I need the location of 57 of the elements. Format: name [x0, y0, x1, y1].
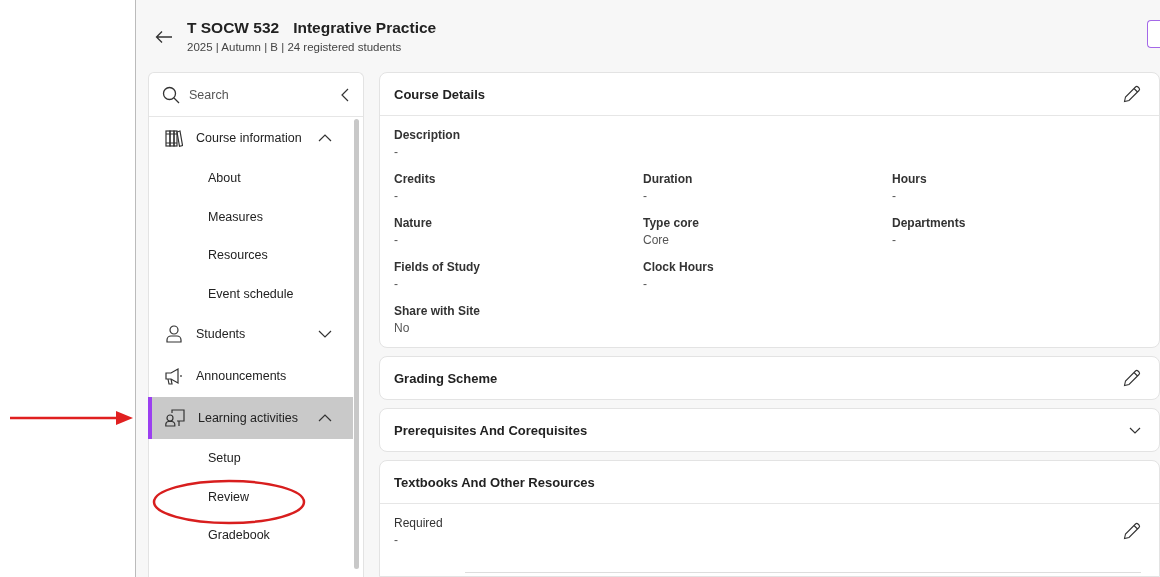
course-subtitle: 2025 | Autumn | B | 24 registered students	[187, 41, 403, 53]
field-label: Clock Hours	[643, 260, 715, 274]
field-label: Hours	[892, 172, 928, 186]
field-value: -	[394, 233, 399, 247]
sidebar-item[interactable]: Course information	[148, 117, 353, 159]
edit-pencil-icon[interactable]	[1123, 522, 1141, 540]
field-value: -	[643, 189, 648, 203]
books-icon	[165, 129, 183, 147]
search-icon	[162, 85, 180, 104]
chevron-down-icon[interactable]	[1129, 426, 1141, 434]
search-field[interactable]: Search	[187, 86, 334, 103]
field-value: No	[394, 321, 411, 335]
sidebar-subitem[interactable]: Event schedule	[149, 274, 353, 313]
action-button[interactable]	[1147, 20, 1160, 48]
card-title: Textbooks And Other Resources	[394, 474, 595, 490]
course-code: T SOCW 532	[187, 19, 280, 37]
field-label: Duration	[643, 172, 694, 186]
sidebar-subitem[interactable]: Measures	[149, 197, 353, 236]
field-label: Type core	[643, 216, 700, 230]
edit-pencil-icon[interactable]	[1123, 369, 1141, 387]
chevron-up-icon[interactable]	[318, 414, 332, 422]
field-value: -	[394, 277, 399, 291]
field-label: Credits	[394, 172, 437, 186]
course-name: Integrative Practice	[293, 19, 437, 37]
field-value: -	[892, 189, 897, 203]
edit-pencil-icon[interactable]	[1123, 85, 1141, 103]
scrollbar-thumb[interactable]	[354, 119, 359, 569]
field-value: -	[394, 189, 399, 203]
field-label: Description	[394, 128, 461, 142]
field-value: -	[892, 233, 897, 247]
card-title: Prerequisites And Corequisites	[394, 422, 588, 438]
field-label: Nature	[394, 216, 433, 230]
sidebar-item[interactable]: Announcements	[148, 355, 353, 397]
field-value: -	[394, 145, 399, 159]
field-label: Required	[394, 516, 443, 530]
teacher-board-icon	[165, 409, 185, 427]
card-title: Course Details	[394, 86, 486, 102]
chevron-up-icon[interactable]	[318, 134, 332, 142]
field-label: Departments	[892, 216, 967, 230]
chevron-down-icon[interactable]	[318, 330, 332, 338]
sidebar-subitem[interactable]: Resources	[149, 236, 353, 275]
person-icon	[165, 325, 183, 343]
sidebar-subitem[interactable]: Gradebook	[149, 516, 353, 555]
collapse-chevron-icon[interactable]	[341, 87, 349, 102]
field-value: -	[394, 533, 399, 547]
sidebar-subitem[interactable]: Setup	[149, 439, 353, 478]
field-value: Core	[643, 233, 670, 247]
back-arrow-icon[interactable]	[155, 30, 173, 44]
field-label: Share with Site	[394, 304, 482, 318]
megaphone-icon	[165, 367, 183, 385]
card-title: Grading Scheme	[394, 370, 498, 386]
sidebar-subitem[interactable]: About	[149, 159, 353, 198]
sidebar-item[interactable]: Learning activities	[148, 397, 353, 439]
sidebar-subitem[interactable]: Review	[149, 477, 353, 516]
field-label: Fields of Study	[394, 260, 481, 274]
field-value: -	[643, 277, 648, 291]
sidebar-item[interactable]: Students	[148, 313, 353, 355]
